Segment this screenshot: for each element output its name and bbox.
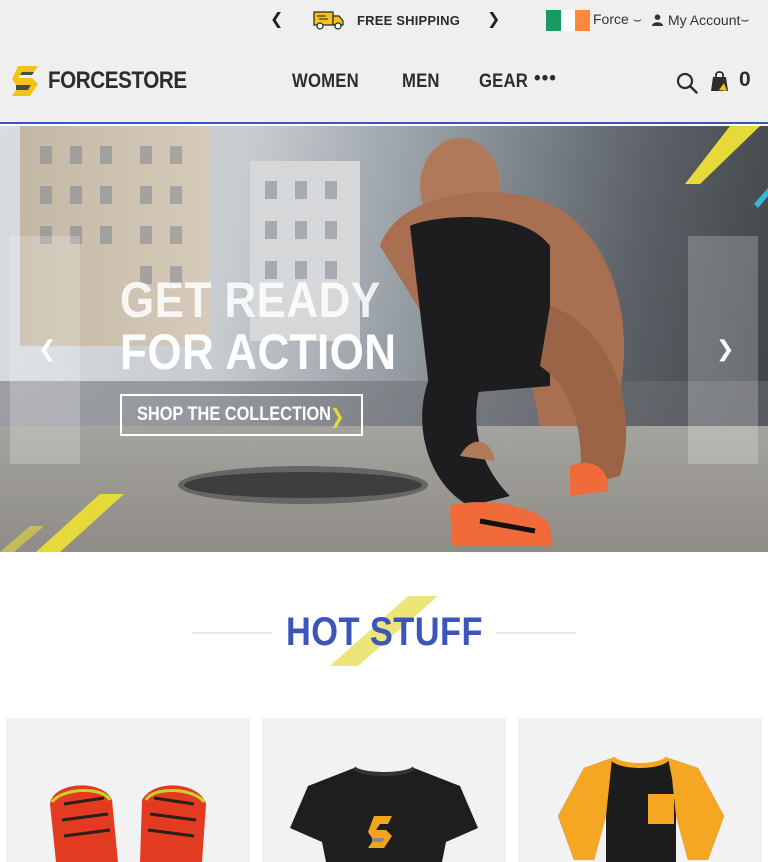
chevron-down-icon: ⌣: [740, 11, 750, 27]
product-card[interactable]: [262, 718, 506, 862]
hero-headline: GET READY FOR ACTION: [120, 274, 434, 378]
product-card[interactable]: [518, 718, 762, 862]
chevron-down-icon: ⌣: [632, 11, 642, 27]
chevron-left-icon: ❮: [38, 336, 57, 361]
chevron-right-icon: ❯: [716, 336, 735, 361]
shopping-bag-icon[interactable]: [710, 70, 730, 92]
nav-item-gear[interactable]: GEAR: [479, 71, 528, 93]
hero-banner: ❮ ❯ GET READY FOR ACTION SHOP THE COLLEC…: [0, 126, 768, 552]
decorative-stripes: [0, 494, 124, 552]
hero-headline-line-1: GET READY: [120, 272, 381, 328]
top-bar: ❮ FREE SHIPPING ❯ Force ⌣ My Account ⌣: [0, 0, 768, 40]
more-menu-icon[interactable]: •••: [534, 68, 557, 90]
brand-name: FORCESTORE: [48, 67, 187, 94]
decorative-stripes: [685, 126, 768, 208]
user-icon: [652, 13, 663, 26]
slider-next-button[interactable]: ❯: [688, 236, 758, 464]
section-title: HOT STUFF: [0, 610, 768, 655]
brand-logo-icon: [12, 66, 38, 96]
promo-prev-arrow[interactable]: ❮: [270, 9, 283, 29]
shop-collection-button[interactable]: SHOP THE COLLECTION ❯: [120, 394, 363, 436]
search-icon[interactable]: [676, 72, 698, 94]
product-image: [558, 756, 724, 862]
promo-banner: FREE SHIPPING: [313, 9, 460, 31]
product-image: [50, 785, 206, 862]
brand-logo[interactable]: FORCESTORE: [10, 64, 209, 98]
hero-headline-line-2: FOR ACTION: [120, 324, 397, 380]
account-menu[interactable]: My Account ⌣: [652, 11, 750, 28]
cta-label: SHOP THE COLLECTION: [137, 404, 331, 425]
promo-next-arrow[interactable]: ❯: [487, 9, 500, 29]
country-label: Force: [593, 11, 629, 27]
main-nav: WOMEN MEN GEAR •••: [292, 68, 568, 93]
cart-count[interactable]: 0: [739, 68, 751, 92]
section-title-text: HOT STUFF: [285, 610, 483, 654]
slider-prev-button[interactable]: ❮: [10, 236, 80, 464]
product-card[interactable]: [6, 718, 250, 862]
promo-text: FREE SHIPPING: [357, 12, 461, 28]
site-header: FORCESTORE WOMEN MEN GEAR ••• 0: [0, 40, 768, 124]
account-label: My Account: [668, 11, 741, 28]
nav-item-women[interactable]: WOMEN: [292, 71, 359, 93]
country-selector[interactable]: Force ⌣: [593, 11, 642, 28]
hot-stuff-section: HOT STUFF: [0, 552, 768, 718]
chevron-right-icon: ❯: [330, 406, 345, 428]
nav-item-men[interactable]: MEN: [402, 71, 440, 93]
ireland-flag-icon[interactable]: [546, 10, 591, 31]
product-image: [290, 766, 478, 862]
truck-icon: [313, 11, 344, 30]
